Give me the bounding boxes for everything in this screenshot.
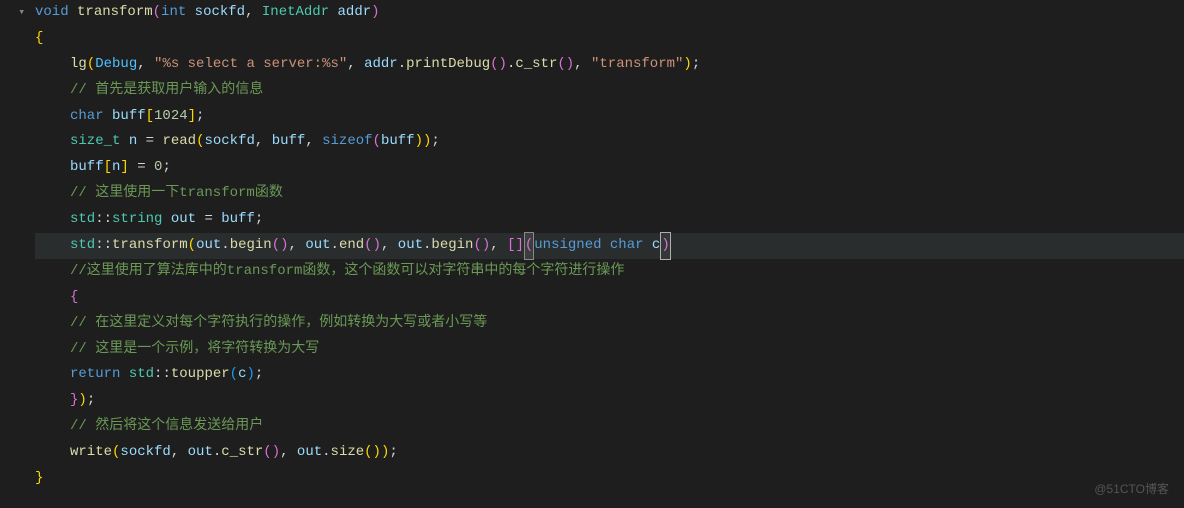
code-line[interactable]: char buff[1024]; — [35, 104, 1184, 130]
code-line[interactable]: { — [35, 26, 1184, 52]
code-line[interactable]: // 这里是一个示例，将字符转换为大写 — [35, 337, 1184, 363]
code-line[interactable]: void transform(int sockfd, InetAddr addr… — [35, 0, 1184, 26]
code-line[interactable]: //这里使用了算法库中的transform函数，这个函数可以对字符串中的每个字符… — [35, 259, 1184, 285]
code-line[interactable]: lg(Debug, "%s select a server:%s", addr.… — [35, 52, 1184, 78]
code-line[interactable]: }); — [35, 388, 1184, 414]
code-line[interactable]: write(sockfd, out.c_str(), out.size()); — [35, 440, 1184, 466]
code-line[interactable]: } — [35, 466, 1184, 492]
code-line[interactable]: buff[n] = 0; — [35, 155, 1184, 181]
code-line[interactable]: size_t n = read(sockfd, buff, sizeof(buf… — [35, 129, 1184, 155]
code-line[interactable]: // 在这里定义对每个字符执行的操作，例如转换为大写或者小写等 — [35, 311, 1184, 337]
watermark: @51CTO博客 — [1094, 478, 1169, 500]
code-line-active[interactable]: std::transform(out.begin(), out.end(), o… — [35, 233, 1184, 259]
code-line[interactable]: { — [35, 285, 1184, 311]
code-line[interactable]: // 然后将这个信息发送给用户 — [35, 414, 1184, 440]
code-area[interactable]: void transform(int sockfd, InetAddr addr… — [35, 0, 1184, 508]
gutter: ▾ — [0, 0, 35, 508]
code-line[interactable]: // 这里使用一下transform函数 — [35, 181, 1184, 207]
code-line[interactable]: return std::toupper(c); — [35, 362, 1184, 388]
code-line[interactable]: // 首先是获取用户输入的信息 — [35, 78, 1184, 104]
code-editor[interactable]: ▾ void transform(int sockfd, InetAddr ad… — [0, 0, 1184, 508]
fold-indicator[interactable]: ▾ — [0, 0, 25, 26]
code-line[interactable]: std::string out = buff; — [35, 207, 1184, 233]
